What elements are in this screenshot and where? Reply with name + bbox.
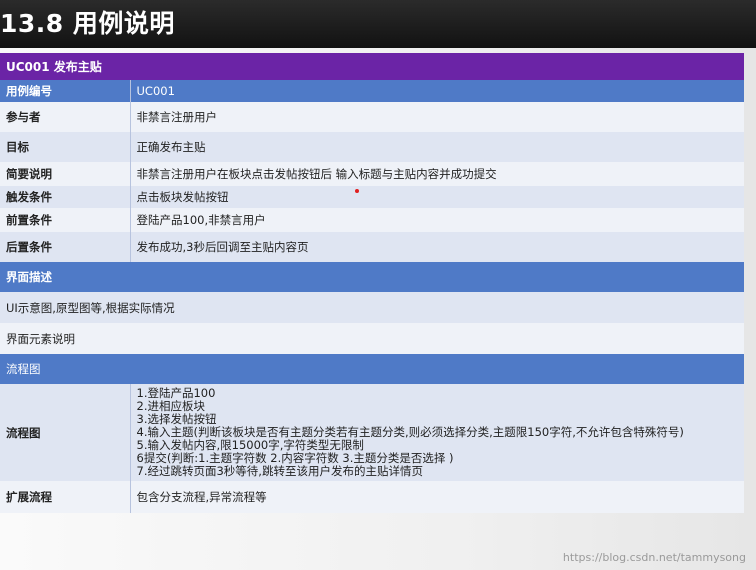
table-row: 目标 正确发布主贴	[0, 132, 744, 162]
flow-steps: 1.登陆产品100 2.进相应板块 3.选择发帖按钮 4.输入主题(判断该板块是…	[130, 384, 744, 481]
row-key: 扩展流程	[0, 481, 131, 513]
table-row: 扩展流程 包含分支流程,异常流程等	[0, 481, 744, 513]
table-row: 流程图 1.登陆产品100 2.进相应板块 3.选择发帖按钮 4.输入主题(判断…	[0, 384, 744, 481]
table-row: 界面元素说明	[0, 323, 744, 354]
row-key: 前置条件	[0, 208, 131, 232]
table-row: 用例编号 UC001	[0, 80, 744, 102]
slide-title-bar: 13.8 用例说明	[0, 0, 756, 49]
flow-step: 7.经过跳转页面3秒等待,跳转至该用户发布的主贴详情页	[136, 464, 423, 478]
row-key: 简要说明	[0, 162, 131, 186]
section-row: 流程图	[0, 354, 744, 384]
row-value: 正确发布主贴	[130, 132, 744, 162]
row-key: 流程图	[0, 384, 131, 481]
row-key: 用例编号	[0, 80, 131, 102]
row-key: 参与者	[0, 102, 131, 132]
flow-step: 2.进相应板块	[136, 399, 205, 413]
row-value: 非禁言注册用户	[130, 102, 744, 132]
table-row: 简要说明 非禁言注册用户在板块点击发帖按钮后 输入标题与主贴内容并成功提交	[0, 162, 744, 186]
slide-title: 13.8 用例说明	[0, 9, 175, 38]
pointer-dot	[355, 189, 359, 193]
row-key: 后置条件	[0, 232, 131, 262]
row-value: 非禁言注册用户在板块点击发帖按钮后 输入标题与主贴内容并成功提交	[130, 162, 744, 186]
table-row: 后置条件 发布成功,3秒后回调至主贴内容页	[0, 232, 744, 262]
row-value: 包含分支流程,异常流程等	[130, 481, 744, 513]
section-row: 界面描述	[0, 262, 744, 292]
row-value: UC001	[130, 80, 744, 102]
usecase-table: UC001 发布主贴 用例编号 UC001 参与者 非禁言注册用户 目标 正确发…	[0, 53, 744, 513]
row-key: 触发条件	[0, 186, 131, 208]
ui-description-item: UI示意图,原型图等,根据实际情况	[0, 292, 744, 323]
usecase-header-row: UC001 发布主贴	[0, 53, 744, 80]
flow-step: 1.登陆产品100	[136, 386, 216, 400]
section-title-ui: 界面描述	[0, 262, 744, 292]
table-row: 前置条件 登陆产品100,非禁言用户	[0, 208, 744, 232]
row-value: 发布成功,3秒后回调至主贴内容页	[130, 232, 744, 262]
table-row: 参与者 非禁言注册用户	[0, 102, 744, 132]
row-value: 点击板块发帖按钮	[130, 186, 744, 208]
table-row: UI示意图,原型图等,根据实际情况	[0, 292, 744, 323]
usecase-header: UC001 发布主贴	[0, 53, 744, 80]
ui-description-item: 界面元素说明	[0, 323, 744, 354]
table-row: 触发条件 点击板块发帖按钮	[0, 186, 744, 208]
row-key: 目标	[0, 132, 131, 162]
row-value: 登陆产品100,非禁言用户	[130, 208, 744, 232]
section-title-flow: 流程图	[0, 354, 744, 384]
watermark: https://blog.csdn.net/tammysong	[562, 551, 746, 564]
